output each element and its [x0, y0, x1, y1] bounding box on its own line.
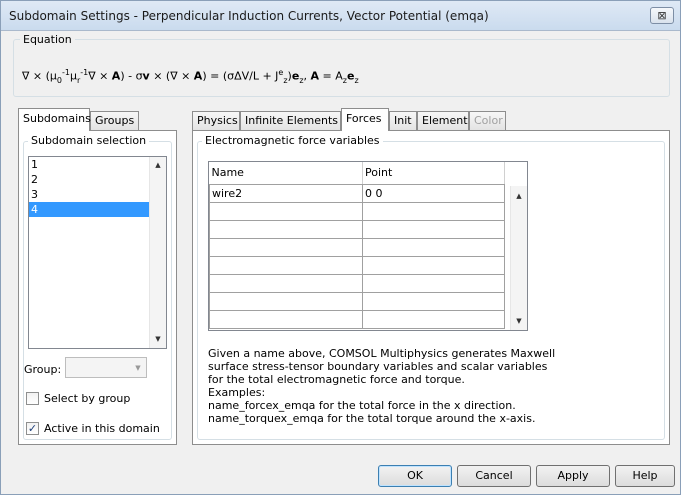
close-icon[interactable]: ⊠ [650, 7, 674, 24]
force-variables-table: Name Point wire2 0 0 [209, 162, 505, 329]
tab-color: Color [469, 111, 506, 130]
equation-group: Equation ∇ × (μ0-1μr-1∇ × A) - σv × (∇ ×… [13, 33, 670, 97]
window-title: Subdomain Settings - Perpendicular Induc… [9, 9, 489, 23]
scroll-down-arrow-icon[interactable]: ▼ [511, 313, 527, 330]
column-header-point: Point [362, 162, 505, 185]
subdomain-settings-dialog: Subdomain Settings - Perpendicular Induc… [0, 0, 681, 495]
chevron-down-icon: ▼ [135, 364, 141, 372]
checkmark-icon[interactable]: ✓ [26, 421, 39, 435]
name-cell[interactable] [209, 309, 363, 329]
tab-init[interactable]: Init [389, 111, 417, 130]
name-cell[interactable] [209, 255, 363, 275]
active-in-domain-label: Active in this domain [44, 422, 160, 435]
table-row [209, 273, 505, 293]
group-label: Group: [24, 363, 62, 376]
cancel-button[interactable]: Cancel [457, 465, 531, 487]
tab-element[interactable]: Element [417, 111, 469, 130]
subdomain-list[interactable]: 1 2 3 4 ▲ ▼ [28, 156, 167, 349]
table-row [209, 201, 505, 221]
subdomain-selection-label: Subdomain selection [28, 134, 150, 147]
help-button[interactable]: Help [615, 465, 675, 487]
point-cell[interactable] [362, 255, 505, 275]
apply-button[interactable]: Apply [536, 465, 610, 487]
tab-groups[interactable]: Groups [90, 111, 139, 130]
active-in-domain-row[interactable]: ✓ Active in this domain [26, 421, 160, 436]
force-variables-label: Electromagnetic force variables [202, 134, 383, 147]
point-cell[interactable] [362, 291, 505, 311]
tab-physics[interactable]: Physics [192, 111, 240, 130]
table-row [209, 291, 505, 311]
left-tabstrip: Subdomains Groups [18, 108, 178, 131]
title-bar: Subdomain Settings - Perpendicular Induc… [1, 1, 680, 31]
right-tabstrip: Physics Infinite Elements Forces Init El… [192, 108, 522, 131]
help-line: name_forcex_emqa for the total force in … [208, 399, 516, 412]
name-cell[interactable] [209, 291, 363, 311]
table-row [209, 237, 505, 257]
list-item[interactable]: 2 [29, 172, 166, 187]
point-cell[interactable] [362, 273, 505, 293]
point-cell[interactable] [362, 201, 505, 221]
list-item[interactable]: 4 [29, 202, 166, 217]
scroll-down-arrow-icon[interactable]: ▼ [150, 331, 166, 348]
subdomains-panel: Subdomain selection 1 2 3 4 ▲ ▼ Group: ▼… [18, 130, 177, 445]
table-scrollbar[interactable]: ▲ ▼ [510, 186, 527, 330]
select-by-group-label: Select by group [44, 392, 131, 405]
help-line: for the total electromagnetic force and … [208, 373, 465, 386]
ok-button[interactable]: OK [378, 465, 452, 487]
forces-panel: Electromagnetic force variables Name Poi… [192, 130, 670, 445]
scroll-up-arrow-icon[interactable]: ▲ [511, 188, 527, 205]
name-cell[interactable] [209, 237, 363, 257]
help-line: name_torquex_emqa for the total torque a… [208, 412, 536, 425]
column-header-name: Name [209, 162, 363, 185]
select-by-group-checkbox[interactable] [26, 391, 39, 405]
tab-forces[interactable]: Forces [341, 108, 389, 131]
group-dropdown[interactable]: ▼ [65, 357, 147, 378]
table-row [209, 219, 505, 239]
table-row: wire2 0 0 [209, 183, 505, 203]
point-cell[interactable] [362, 237, 505, 257]
subdomain-list-scrollbar[interactable]: ▲ ▼ [149, 157, 166, 348]
name-cell[interactable]: wire2 [209, 183, 363, 203]
name-cell[interactable] [209, 201, 363, 221]
tab-subdomains[interactable]: Subdomains [18, 108, 91, 131]
name-cell[interactable] [209, 273, 363, 293]
force-help-text: Given a name above, COMSOL Multiphysics … [208, 347, 555, 425]
scroll-up-arrow-icon[interactable]: ▲ [150, 157, 166, 174]
equation-label: Equation [20, 33, 75, 46]
point-cell[interactable] [362, 219, 505, 239]
force-variables-group: Electromagnetic force variables Name Poi… [197, 134, 665, 440]
table-row [209, 255, 505, 275]
point-cell[interactable]: 0 0 [362, 183, 505, 203]
force-table-frame: Name Point wire2 0 0 ▲ ▼ [208, 161, 528, 331]
help-line: surface stress-tensor boundary variables… [208, 360, 548, 373]
select-by-group-row[interactable]: Select by group [26, 391, 131, 406]
subdomain-selection-group: Subdomain selection 1 2 3 4 ▲ ▼ Group: ▼… [23, 134, 172, 440]
point-cell[interactable] [362, 309, 505, 329]
name-cell[interactable] [209, 219, 363, 239]
help-line: Examples: [208, 386, 266, 399]
table-row [209, 309, 505, 329]
help-line: Given a name above, COMSOL Multiphysics … [208, 347, 556, 360]
list-item[interactable]: 3 [29, 187, 166, 202]
equation-formula: ∇ × (μ0-1μr-1∇ × A) - σv × (∇ × A) = (σΔ… [22, 68, 359, 85]
tab-infinite-elements[interactable]: Infinite Elements [240, 111, 341, 130]
list-item[interactable]: 1 [29, 157, 166, 172]
